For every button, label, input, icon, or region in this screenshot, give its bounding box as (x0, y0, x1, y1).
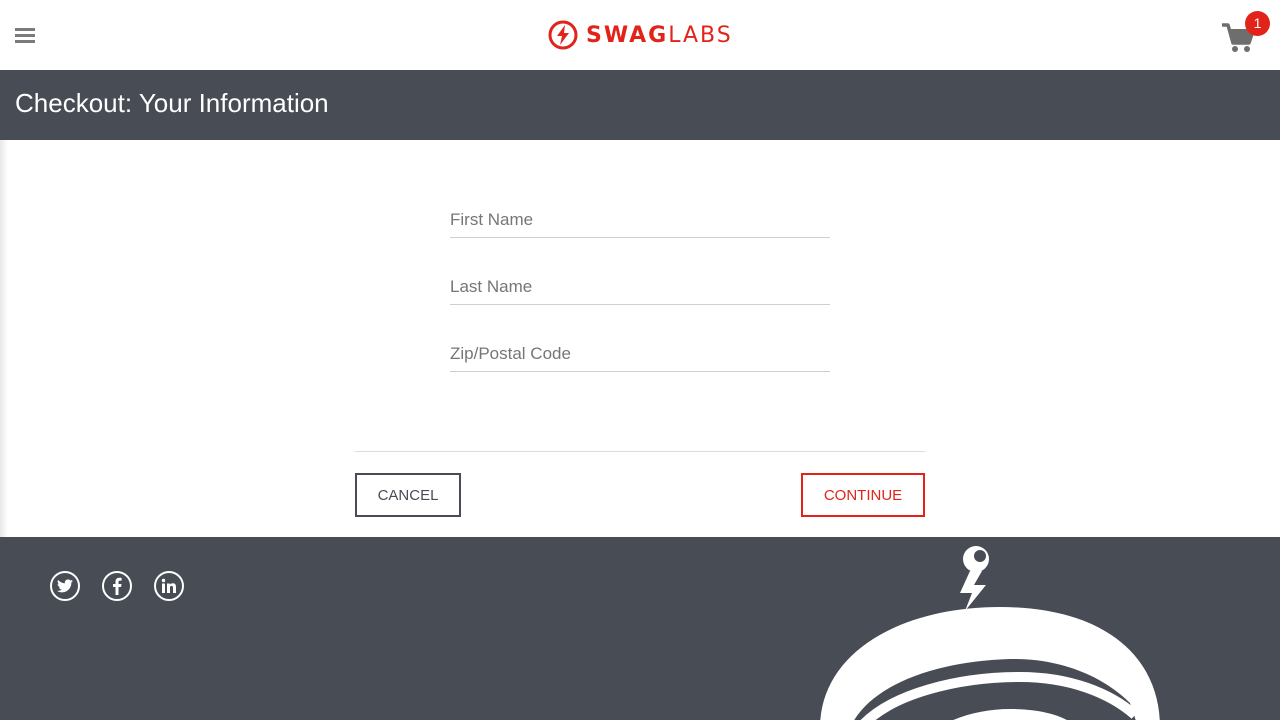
primary-header: SWAGLABS 1 (0, 0, 1280, 70)
cart-badge: 1 (1245, 11, 1270, 36)
app-logo-text: SWAGLABS (586, 22, 733, 48)
first-name-input[interactable] (450, 203, 830, 238)
swag-bot-mascot-icon (820, 546, 1160, 720)
facebook-link[interactable] (102, 571, 132, 601)
form-divider (355, 451, 925, 452)
menu-bar (15, 40, 35, 43)
menu-bar (15, 34, 35, 37)
twitter-icon (57, 579, 73, 593)
linkedin-link[interactable] (154, 571, 184, 601)
swag-labs-logo-icon (548, 20, 578, 50)
page-footer (0, 537, 1280, 720)
twitter-link[interactable] (50, 571, 80, 601)
page-subheader: Checkout: Your Information (0, 70, 1280, 140)
cancel-button[interactable]: CANCEL (355, 473, 461, 517)
last-name-input[interactable] (450, 270, 830, 305)
page-title: Checkout: Your Information (15, 88, 329, 118)
content-edge-shadow (0, 140, 8, 537)
continue-button[interactable]: CONTINUE (801, 473, 925, 517)
hamburger-menu-button[interactable] (15, 28, 35, 46)
postal-code-input[interactable] (450, 337, 830, 372)
app-logo: SWAGLABS (548, 20, 733, 50)
menu-bar (15, 28, 35, 31)
facebook-icon (113, 577, 122, 595)
linkedin-icon (161, 578, 176, 593)
